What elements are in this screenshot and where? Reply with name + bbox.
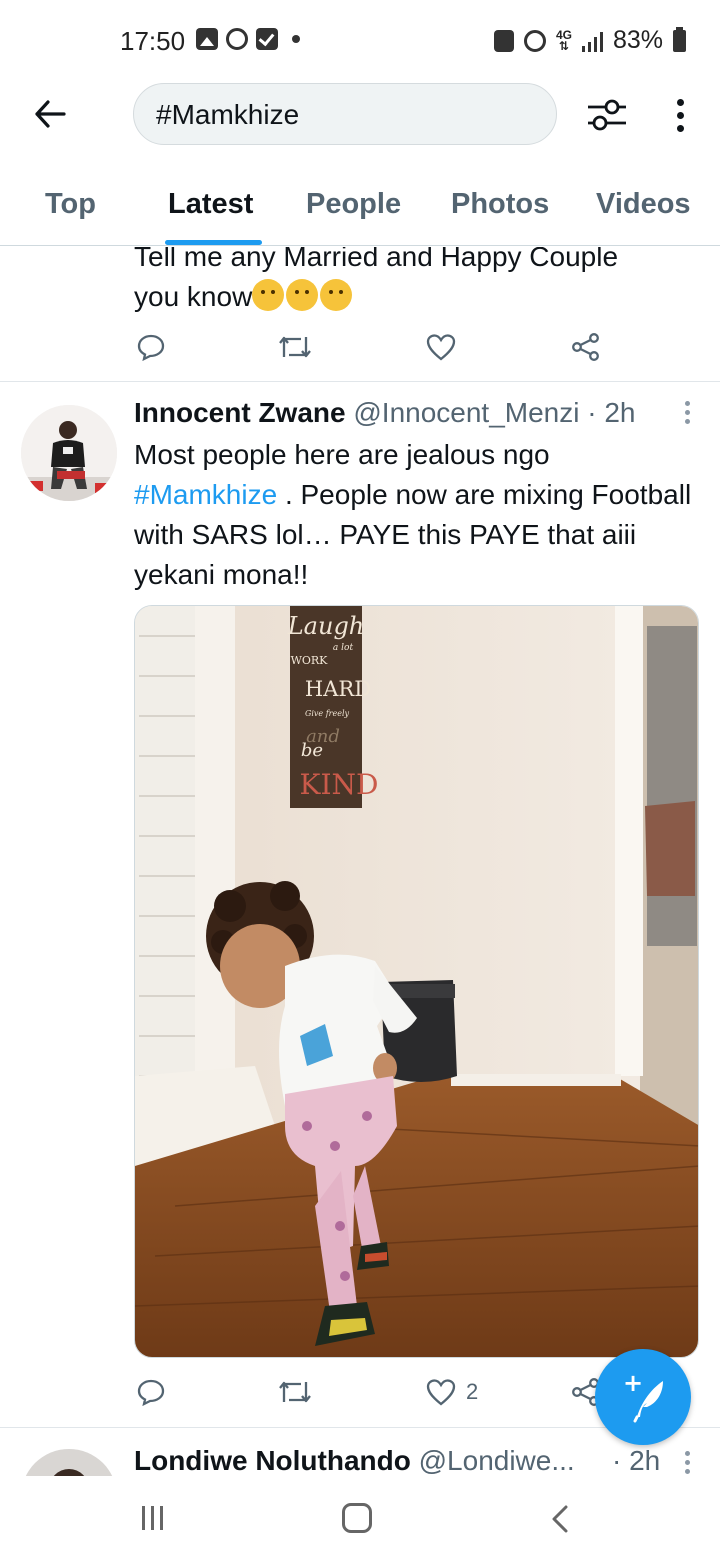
notification-icons xyxy=(196,28,300,50)
system-navigation-bar xyxy=(0,1476,720,1560)
hashtag-link[interactable]: #Mamkhize xyxy=(134,479,277,510)
author-name[interactable]: Innocent Zwane xyxy=(134,397,346,428)
tab-people[interactable]: People xyxy=(306,188,401,221)
compose-tweet-button[interactable]: + xyxy=(595,1349,691,1445)
status-bar: 17:50 4G ⇅ 83% xyxy=(0,0,720,80)
sign-line-8: KIND xyxy=(300,768,379,801)
author-handle[interactable]: @Innocent_Menzi xyxy=(353,397,579,428)
sign-line-5: Give freely xyxy=(305,709,350,718)
reply-button[interactable] xyxy=(137,333,165,361)
tweet-header: Innocent Zwane @Innocent_Menzi · 2h xyxy=(134,397,694,429)
vertical-dots-icon xyxy=(685,401,690,406)
thinking-face-emoji-icon xyxy=(286,279,319,311)
tweet-text: Tell me any Married and Happy Couple you… xyxy=(134,247,619,312)
tweet-more-button[interactable] xyxy=(685,401,690,424)
home-button[interactable] xyxy=(342,1503,372,1533)
battery-icon xyxy=(673,26,686,52)
tweet-photo[interactable]: Laugh a lot WORK HARD Give freely and be… xyxy=(134,605,699,1358)
check-notification-icon xyxy=(256,28,278,50)
retweet-icon xyxy=(279,1381,311,1403)
compose-feather-icon: + xyxy=(623,1369,663,1423)
signal-icon xyxy=(581,30,603,52)
author-name[interactable]: Londiwe Noluthando xyxy=(134,1445,411,1476)
network-type: 4G ⇅ xyxy=(555,27,572,53)
search-header: #Mamkhize xyxy=(0,80,720,150)
heart-icon xyxy=(426,1379,456,1406)
avatar[interactable] xyxy=(21,1449,117,1476)
active-tab-indicator xyxy=(165,240,262,245)
sign-line-4: HARD xyxy=(305,677,371,701)
thinking-face-emoji-icon xyxy=(252,279,285,311)
gallery-notification-icon xyxy=(196,28,218,50)
tweet-header: Londiwe Noluthando @Londiwe... · 2h xyxy=(134,1445,694,1476)
chevron-left-icon xyxy=(552,1505,568,1533)
svg-text:+: + xyxy=(623,1369,643,1397)
search-input[interactable]: #Mamkhize xyxy=(133,83,557,145)
reply-icon xyxy=(137,334,165,361)
share-button[interactable] xyxy=(571,333,601,361)
reply-button[interactable] xyxy=(137,1378,165,1406)
vertical-dots-icon xyxy=(685,1451,690,1456)
retweet-icon xyxy=(279,336,311,358)
tab-top[interactable]: Top xyxy=(45,188,96,221)
vertical-dots-icon xyxy=(676,98,684,106)
photo-child-in-hallway: Laugh a lot WORK HARD Give freely and be… xyxy=(135,606,698,1357)
system-indicators: 4G ⇅ 83% xyxy=(493,26,686,55)
tab-latest[interactable]: Latest xyxy=(168,188,253,221)
more-notifications-dot-icon xyxy=(292,35,300,43)
tweet[interactable]: Innocent Zwane @Innocent_Menzi · 2h Most… xyxy=(0,383,720,1428)
tweet-time: · 2h xyxy=(587,397,636,428)
thinking-face-emoji-icon xyxy=(320,279,353,311)
sign-line-3: WORK xyxy=(291,654,329,667)
like-button[interactable]: 2 xyxy=(426,1378,478,1406)
battery-percent: 83% xyxy=(612,26,663,54)
tweet-partial[interactable]: Tell me any Married and Happy Couple you… xyxy=(0,247,720,382)
sliders-icon xyxy=(588,99,626,131)
avatar[interactable] xyxy=(21,405,117,501)
arrow-left-icon xyxy=(35,100,66,128)
search-filter-button[interactable] xyxy=(584,92,630,138)
tab-videos[interactable]: Videos xyxy=(596,188,691,221)
system-back-button[interactable] xyxy=(548,1504,574,1534)
reply-icon xyxy=(137,1379,165,1406)
battery-saver-icon xyxy=(493,29,514,52)
recent-apps-button[interactable] xyxy=(142,1506,163,1530)
alarm-icon xyxy=(523,29,546,52)
like-button[interactable] xyxy=(426,333,456,361)
more-options-button[interactable] xyxy=(662,90,698,140)
tweet-time: · 2h xyxy=(612,1445,661,1476)
back-button[interactable] xyxy=(28,92,72,136)
retweet-button[interactable] xyxy=(277,1378,313,1406)
author-handle[interactable]: @Londiwe... xyxy=(419,1445,575,1476)
sign-line-1: Laugh xyxy=(287,612,365,640)
retweet-button[interactable] xyxy=(277,333,313,361)
heart-icon xyxy=(426,334,456,361)
sign-line-2: a lot xyxy=(333,643,354,653)
search-query: #Mamkhize xyxy=(156,99,300,130)
tweet-more-button[interactable] xyxy=(685,1451,690,1474)
tweet-partial-next[interactable]: Londiwe Noluthando @Londiwe... · 2h xyxy=(0,1429,720,1476)
tweet-text: Most people here are jealous ngo #Mamkhiz… xyxy=(134,439,692,590)
recent-apps-icon xyxy=(142,1506,145,1530)
whatsapp-notification-icon xyxy=(226,28,248,50)
user-avatar-image xyxy=(21,1449,117,1476)
status-time: 17:50 xyxy=(120,26,186,56)
sign-line-7: be xyxy=(301,740,323,761)
search-tabs: Top Latest People Photos Videos xyxy=(0,180,720,246)
share-icon xyxy=(572,333,599,361)
tab-photos[interactable]: Photos xyxy=(451,188,549,221)
like-count: 2 xyxy=(466,1379,479,1404)
user-avatar-image xyxy=(21,405,117,501)
